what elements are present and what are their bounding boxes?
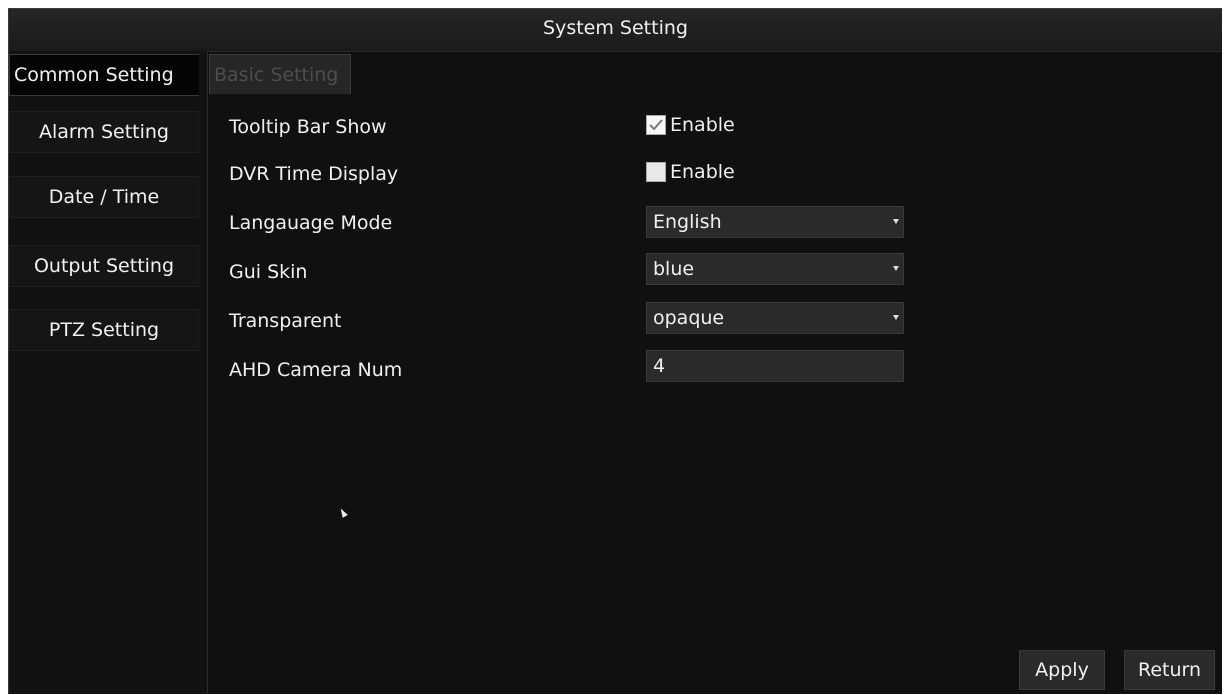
- sidebar-item-common-setting[interactable]: Common Setting: [9, 54, 199, 96]
- language-mode-label: Langauage Mode: [229, 212, 393, 234]
- transparent-select[interactable]: opaque: [646, 302, 904, 334]
- dvr-time-display-label: DVR Time Display: [229, 163, 399, 185]
- checkmark-icon: [649, 119, 663, 131]
- sidebar-item-label: Common Setting: [14, 64, 174, 86]
- dvr-time-display-checkbox-row[interactable]: Enable: [646, 161, 735, 183]
- sidebar-item-alarm-setting[interactable]: Alarm Setting: [9, 111, 199, 153]
- ahd-camera-num-field[interactable]: 4: [646, 350, 904, 382]
- gui-skin-value: blue: [653, 258, 695, 280]
- transparent-label: Transparent: [229, 310, 342, 332]
- sidebar-item-label: PTZ Setting: [48, 319, 160, 341]
- sidebar-item-output-setting[interactable]: Output Setting: [9, 245, 199, 287]
- chevron-down-icon: [893, 266, 899, 271]
- sidebar-item-label: Date / Time: [48, 186, 160, 208]
- dvr-time-display-enable-label: Enable: [670, 161, 735, 183]
- ahd-camera-num-label: AHD Camera Num: [229, 359, 403, 381]
- tab-basic-setting[interactable]: Basic Setting: [209, 54, 351, 94]
- sidebar-item-label: Alarm Setting: [39, 121, 169, 143]
- tooltip-bar-show-enable-label: Enable: [670, 114, 735, 136]
- system-setting-window: System Setting Common Setting Alarm Sett…: [8, 8, 1222, 694]
- tooltip-bar-show-checkbox[interactable]: [646, 115, 666, 135]
- apply-button[interactable]: Apply: [1019, 650, 1105, 690]
- window-title: System Setting: [543, 17, 688, 39]
- sidebar-item-ptz-setting[interactable]: PTZ Setting: [9, 309, 199, 351]
- gui-skin-select[interactable]: blue: [646, 253, 904, 285]
- chevron-down-icon: [893, 219, 899, 224]
- ahd-camera-num-value: 4: [653, 355, 666, 377]
- gui-skin-label: Gui Skin: [229, 261, 308, 283]
- chevron-down-icon: [893, 315, 899, 320]
- language-mode-value: English: [653, 211, 722, 233]
- transparent-value: opaque: [653, 307, 725, 329]
- language-mode-select[interactable]: English: [646, 206, 904, 238]
- title-bar: System Setting: [9, 9, 1222, 52]
- sidebar-item-label: Output Setting: [33, 255, 175, 277]
- tooltip-bar-show-label: Tooltip Bar Show: [229, 116, 387, 138]
- dvr-time-display-checkbox[interactable]: [646, 162, 666, 182]
- return-button[interactable]: Return: [1124, 650, 1215, 690]
- sidebar-item-date-time[interactable]: Date / Time: [9, 176, 199, 218]
- tooltip-bar-show-checkbox-row[interactable]: Enable: [646, 114, 735, 136]
- tab-label: Basic Setting: [214, 63, 339, 86]
